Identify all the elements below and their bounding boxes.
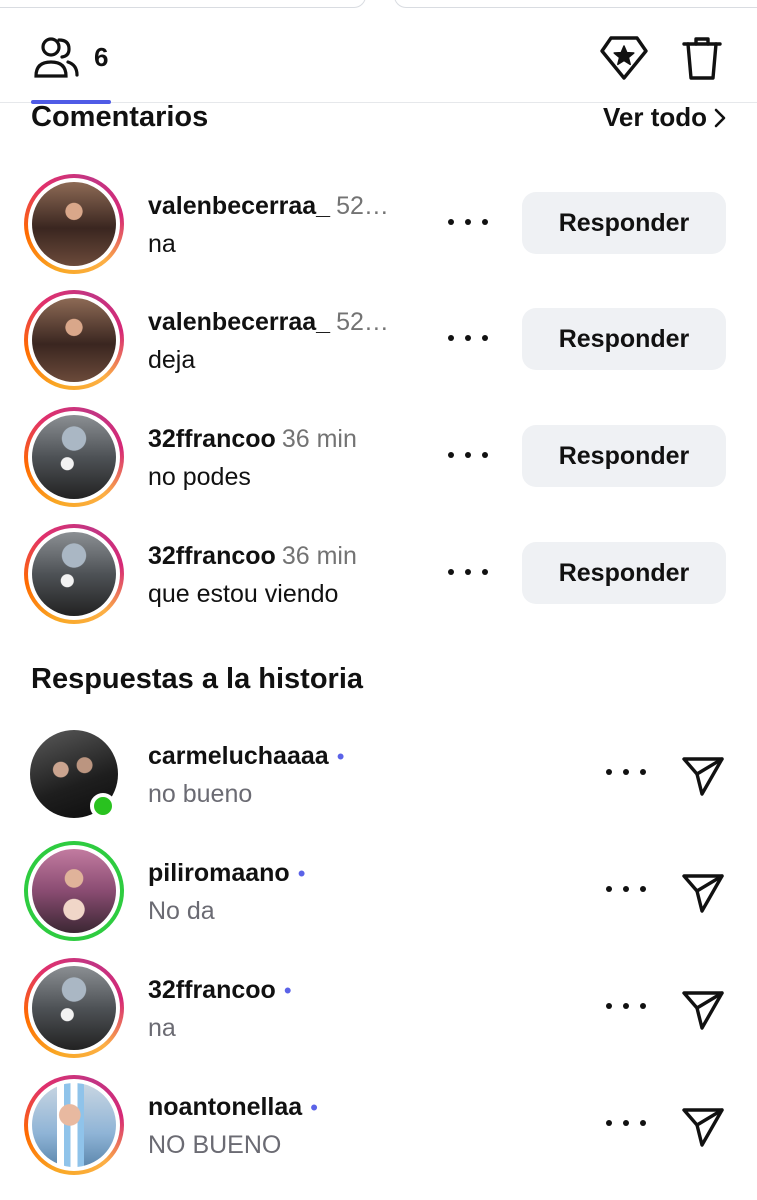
comment-text: no podes <box>148 463 251 491</box>
comment-username[interactable]: 32ffrancoo <box>148 542 276 570</box>
comment-time: 52… <box>336 192 389 220</box>
reply-text: No da <box>148 897 215 925</box>
viewer-count: 6 <box>94 42 109 72</box>
unread-dot: • <box>283 978 292 1003</box>
comment-username[interactable]: 32ffrancoo <box>148 425 276 453</box>
comment-time: 36 min <box>281 425 357 453</box>
avatar[interactable] <box>24 958 124 1058</box>
replies-title: Respuestas a la historia <box>31 663 364 695</box>
more-options-button[interactable] <box>448 443 488 467</box>
comment-row: valenbecerraa_ 52… na Responder <box>0 174 757 290</box>
comment-text: deja <box>148 346 196 374</box>
comment-time: 36 min <box>281 542 357 570</box>
comment-row: 32ffrancoo 36 min no podes Responder <box>0 407 757 523</box>
gem-star-icon <box>600 36 648 80</box>
avatar[interactable] <box>24 524 124 624</box>
reply-button[interactable]: Responder <box>522 308 726 370</box>
reply-row: piliromaano • No da <box>0 841 757 957</box>
reply-row: 32ffrancoo • na <box>0 958 757 1074</box>
people-icon <box>34 37 79 78</box>
more-options-button[interactable] <box>606 760 646 784</box>
reply-text: no bueno <box>148 780 253 808</box>
chevron-right-icon <box>714 108 726 127</box>
reply-username[interactable]: carmeluchaaaa <box>148 742 329 770</box>
reply-row: noantonellaa • NO BUENO <box>0 1075 757 1191</box>
comment-text: que estou viendo <box>148 580 339 608</box>
more-options-button[interactable] <box>606 1111 646 1135</box>
comments-title: Comentarios <box>31 101 209 133</box>
reply-text: na <box>148 1014 176 1042</box>
comment-row: 32ffrancoo 36 min que estou viendo Respon… <box>0 524 757 640</box>
comment-row: valenbecerraa_ 52… deja Responder <box>0 290 757 406</box>
send-icon[interactable] <box>680 986 726 1032</box>
reply-button[interactable]: Responder <box>522 192 726 254</box>
see-all-label: Ver todo <box>602 102 707 132</box>
unread-dot: • <box>297 861 306 886</box>
comment-text: na <box>148 230 176 258</box>
more-options-button[interactable] <box>606 994 646 1018</box>
comment-time: 52… <box>336 308 389 336</box>
send-icon[interactable] <box>680 869 726 915</box>
more-options-button[interactable] <box>448 210 488 234</box>
header: 6 <box>0 0 757 104</box>
avatar[interactable] <box>24 290 124 390</box>
reply-button[interactable]: Responder <box>522 425 726 487</box>
highlight-button[interactable] <box>596 30 652 86</box>
comment-username[interactable]: valenbecerraa_ <box>148 192 330 220</box>
reply-row: carmeluchaaaa • no bueno <box>0 724 757 840</box>
more-options-button[interactable] <box>606 877 646 901</box>
reply-username[interactable]: noantonellaa <box>148 1093 302 1121</box>
send-icon[interactable] <box>680 752 726 798</box>
send-icon[interactable] <box>680 1103 726 1149</box>
comment-username[interactable]: valenbecerraa_ <box>148 308 330 336</box>
viewers-tab[interactable]: 6 <box>31 28 111 104</box>
avatar[interactable] <box>24 841 124 941</box>
avatar[interactable] <box>24 1075 124 1175</box>
see-all-link[interactable]: Ver todo <box>603 102 727 133</box>
avatar[interactable] <box>24 174 124 274</box>
reply-button[interactable]: Responder <box>522 542 726 604</box>
reply-username[interactable]: 32ffrancoo <box>148 976 276 1004</box>
avatar[interactable] <box>24 407 124 507</box>
reply-username[interactable]: piliromaano <box>148 859 290 887</box>
delete-button[interactable] <box>674 30 730 86</box>
unread-dot: • <box>310 1095 318 1120</box>
trash-icon <box>682 37 722 80</box>
more-options-button[interactable] <box>448 560 488 584</box>
online-status-indicator <box>90 793 116 819</box>
reply-text: NO BUENO <box>148 1131 282 1159</box>
unread-dot: • <box>336 744 345 769</box>
more-options-button[interactable] <box>448 326 488 350</box>
